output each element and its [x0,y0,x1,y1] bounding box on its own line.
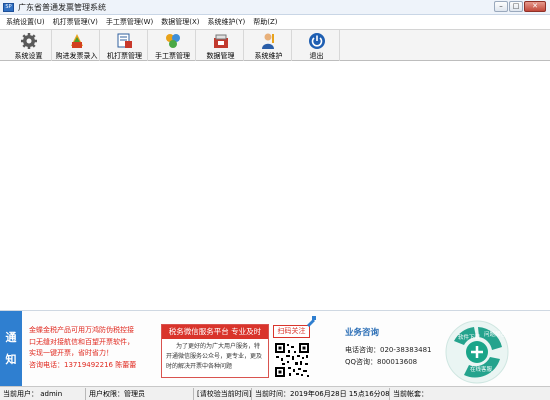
menu-bar: 系统设置(U) 机打票管理(V) 手工票管理(W) 数据管理(X) 系统维护(Y… [0,15,550,28]
notice-text: 金蝶金税产品可用万鸿防伪税控接 口无缝对接航信和百望开票软件， 实现一键开票，省… [29,325,157,371]
wechat-service-box: 税务微信服务平台 专业及时 为了更好的为广大用户服务，特 开通微信服务公众号，更… [161,324,269,378]
deco-label-faq: 问题解答 [484,330,507,338]
notice-line: 口无缝对接航信和百望开票软件， [29,337,134,346]
window-controls: – □ ✕ [493,1,546,12]
exit-label: 退出 [309,52,324,60]
menu-help[interactable]: 帮助(Z) [253,17,277,27]
data-management-label: 数据管理 [206,52,235,60]
title-bar: SP 广东省普通发票管理系统 – □ ✕ [0,0,550,15]
database-icon [212,32,230,50]
status-role: 用户权限：管理员 [86,387,194,400]
machine-invoice-label: 机打票管理 [107,52,142,60]
status-current-time: 当前时间：2019年06月28日 15点16分08秒 [252,387,390,400]
notice-line: 咨询电话：13719492216 陈蕾蕾 [29,360,137,369]
notice-line: 实现一键开票，省时省力！ [29,349,113,357]
info-panel: 通 知 金蝶金税产品可用万鸿防伪税控接 口无缝对接航信和百望开票软件， 实现一键… [0,310,550,387]
gear-icon [20,32,38,50]
wechat-body: 为了更好的为广大用户服务，特 开通微信服务公众号，更专业，更及 时的解决开票中各… [162,339,268,375]
deco-label-support: 在线客服 [470,365,493,373]
menu-data-management[interactable]: 数据管理(X) [161,17,199,27]
manual-invoice-button[interactable]: 手工票管理 [150,30,196,61]
service-dial-icon[interactable]: 软件下载 问题解答 在线客服 [444,319,510,385]
handwrite-icon [164,32,182,50]
notice-tab: 通 知 [0,311,22,387]
system-settings-button[interactable]: 系统设置 [6,30,52,61]
minimize-button[interactable]: – [494,1,508,12]
status-check-time[interactable]: [请校验当前时间] [194,387,252,400]
status-bar: 当前用户： admin 用户权限：管理员 [请校验当前时间] 当前时间：2019… [0,386,550,400]
maximize-button[interactable]: □ [509,1,523,12]
data-management-button[interactable]: 数据管理 [198,30,244,61]
wechat-line: 时的解决开票中各种问题 [166,363,233,370]
wechat-header: 税务微信服务平台 专业及时 [162,325,268,339]
wechat-line: 开通微信服务公众号，更专业，更及 [166,353,263,360]
toolbar: 系统设置 购进发票录入 机打票管理 手工票管理 数据管理 系统维护 退出 [0,29,550,61]
invoice-entry-button[interactable]: 购进发票录入 [54,30,100,61]
menu-system-settings[interactable]: 系统设置(U) [6,17,45,27]
notice-tab-char-1: 通 [5,331,17,344]
app-icon: SP [3,2,14,12]
close-button[interactable]: ✕ [524,1,546,12]
business-title: 业务咨询 [345,328,380,338]
system-settings-label: 系统设置 [14,52,43,60]
main-workspace [0,62,550,309]
menu-manual-invoice[interactable]: 手工票管理(W) [106,17,153,27]
qr-code-icon [274,342,310,378]
manual-invoice-label: 手工票管理 [155,52,190,60]
power-icon [308,32,326,50]
menu-system-maintenance[interactable]: 系统维护(Y) [208,17,246,27]
invoice-entry-label: 购进发票录入 [55,52,98,60]
notice-tab-char-2: 知 [5,353,17,366]
business-phone: 电话咨询：020-38383481 [345,346,432,354]
wechat-line: 为了更好的为广大用户服务，特 [176,343,261,350]
user-maintenance-icon [260,32,278,50]
status-account: 当前帐套： [393,389,428,398]
machine-invoice-button[interactable]: 机打票管理 [102,30,148,61]
pointer-icon [305,315,317,327]
exit-button[interactable]: 退出 [294,30,340,61]
system-maintenance-label: 系统维护 [254,52,283,60]
notice-line: 金蝶金税产品可用万鸿防伪税控接 [29,326,134,334]
status-user: 当前用户： admin [0,387,86,400]
invoice-entry-icon [68,32,86,50]
business-qq: QQ咨询：800013608 [345,358,418,366]
menu-machine-invoice[interactable]: 机打票管理(V) [53,17,98,27]
system-maintenance-button[interactable]: 系统维护 [246,30,292,61]
printer-icon [116,32,134,50]
window-title: 广东省普通发票管理系统 [18,2,106,12]
deco-label-download: 软件下载 [458,333,481,341]
